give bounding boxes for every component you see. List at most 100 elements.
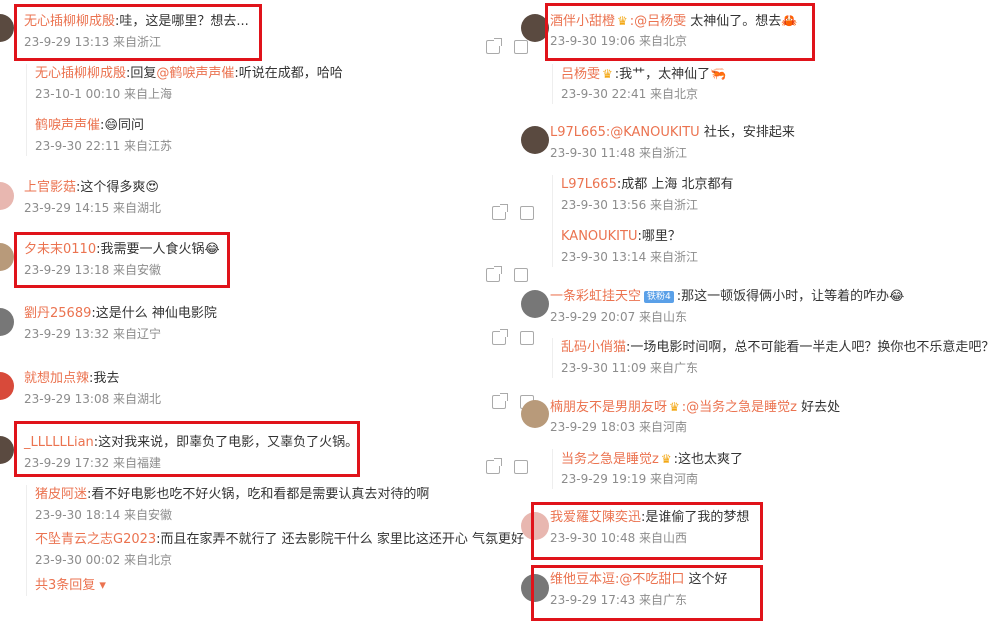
reply-item: 无心插柳柳成殷:回复@鹤唳声声催:听说在成都，哈哈 23-10-1 00:10 … [35, 64, 343, 104]
comment-username[interactable]: 我爱羅艾陳奕迅 [550, 510, 641, 525]
comment-username[interactable]: 上官影菇 [24, 180, 76, 195]
comment: 夕未末0110:我需要一人食火锅😂 23-9-29 13:18 来自安徽 [24, 240, 220, 280]
avatar[interactable] [0, 308, 14, 336]
emoji: 😂 [204, 242, 220, 257]
emoji: 😂 [889, 289, 905, 304]
reply-item: 猪皮阿迷:看不好电影也吃不好火锅，吃和看都是需要认真去对待的啊 23-9-30 … [35, 485, 524, 525]
mention-link[interactable]: :@吕杨雯 [630, 14, 686, 29]
comment-meta: 23-9-29 13:18 来自安徽 [24, 263, 162, 277]
comment-meta: 23-9-29 17:32 来自福建 [24, 456, 162, 470]
avatar[interactable] [0, 14, 14, 42]
share-icon[interactable] [486, 458, 502, 474]
crown-icon: ♛ [602, 67, 613, 81]
reply-item: 乱码小俏猫:一场电影时间啊，总不可能看一半走人吧？换你也不乐意走吧？ 23-9-… [561, 338, 994, 378]
comment: 无心插柳柳成殷:哇，这是哪里？想去... 23-9-29 13:13 来自浙江 [24, 12, 249, 52]
comment-username[interactable]: 维他豆本逗 [550, 572, 615, 587]
comment-actions [486, 266, 528, 282]
comment-username[interactable]: 酒伴小甜橙 [550, 14, 615, 29]
reply-item: L97L665:成都 上海 北京都有 23-9-30 13:56 来自浙江 [561, 175, 734, 215]
comment-username[interactable]: 一条彩虹挂天空 [550, 289, 641, 304]
comment: 楠朋友不是男朋友呀 ♛:@当务之急是睡觉z 好去处 23-9-29 18:03 来… [550, 397, 840, 437]
share-icon[interactable] [492, 204, 508, 220]
reply-text: 同问 [117, 118, 144, 133]
reply-item: 鹤唳声声催:😄同问 23-9-30 22:11 来自江苏 [35, 116, 343, 156]
comment-actions [492, 204, 534, 220]
crown-icon: ♛ [660, 452, 672, 466]
comment-meta: 23-9-29 13:08 来自湖北 [24, 392, 162, 406]
reply-username[interactable]: L97L665 [561, 177, 617, 192]
avatar[interactable] [521, 512, 549, 540]
emoji: 🦐 [710, 67, 727, 82]
left-comment-column: 无心插柳柳成殷:哇，这是哪里？想去... 23-9-29 13:13 来自浙江 … [0, 0, 535, 623]
reply-list: L97L665:成都 上海 北京都有 23-9-30 13:56 来自浙江 KA… [552, 175, 734, 267]
mention-link[interactable]: :@不吃甜口 [615, 572, 684, 587]
comment-meta: 23-9-30 10:48 来自山西 [550, 531, 688, 545]
comment-text: :我去 [89, 371, 120, 386]
reply-username[interactable]: 无心插柳柳成殷 [35, 66, 126, 81]
crown-icon: ♛ [669, 400, 680, 414]
mention-link[interactable]: :@当务之急是睡觉z [682, 400, 797, 415]
emoji: 🦀 [781, 14, 798, 29]
reply-username[interactable]: 猪皮阿迷 [35, 487, 87, 502]
share-icon[interactable] [492, 393, 508, 409]
emoji: 😄 [104, 118, 118, 133]
comment-username[interactable]: _LLLLLLian [24, 435, 94, 450]
avatar[interactable] [0, 243, 14, 271]
comment-text: :这是什么 神仙电影院 [91, 306, 217, 321]
comment-username[interactable]: 就想加点辣 [24, 371, 89, 386]
reply-meta: 23-9-30 22:11 来自江苏 [35, 139, 173, 153]
comment-username[interactable]: 夕未末0110 [24, 242, 96, 257]
share-icon[interactable] [486, 266, 502, 282]
more-replies-link[interactable]: 共3条回复 ▾ [35, 576, 524, 596]
comment-text: :这对我来说，即辜负了电影，又辜负了火锅。 [93, 435, 359, 450]
comment-icon[interactable] [514, 268, 528, 282]
avatar[interactable] [521, 14, 549, 42]
reply-meta: 23-9-30 13:56 来自浙江 [561, 198, 699, 212]
comment: _LLLLLLian:这对我来说，即辜负了电影，又辜负了火锅。 23-9-29 … [24, 433, 358, 473]
reply-meta: 23-9-30 11:09 来自广东 [561, 361, 699, 375]
comment: 一条彩虹挂天空 铁粉4:那这一顿饭得俩小时，让等着的咋办😂 23-9-29 20:… [550, 287, 904, 327]
reply-username[interactable]: 乱码小俏猫 [561, 340, 626, 355]
comment-icon[interactable] [514, 40, 528, 54]
crown-icon: ♛ [617, 14, 628, 28]
reply-list: 乱码小俏猫:一场电影时间啊，总不可能看一半走人吧？换你也不乐意走吧？ 23-9-… [552, 338, 994, 378]
mention-link[interactable]: @鹤唳声声催 [156, 66, 234, 81]
comment-icon[interactable] [520, 331, 534, 345]
avatar[interactable] [0, 436, 14, 464]
comment-username[interactable]: 楠朋友不是男朋友呀 [550, 400, 667, 415]
avatar[interactable] [521, 400, 549, 428]
comment: 就想加点辣:我去 23-9-29 13:08 来自湖北 [24, 369, 161, 409]
reply-item: 吕杨雯 ♛:我艹，太神仙了🦐 23-9-30 22:41 来自北京 [561, 64, 726, 104]
comment-icon[interactable] [514, 460, 528, 474]
comment-icon[interactable] [520, 206, 534, 220]
reply-meta: 23-9-30 13:14 来自浙江 [561, 250, 699, 264]
reply-text: :我艹，太神仙了 [614, 67, 711, 82]
avatar[interactable] [0, 182, 14, 210]
reply-username[interactable]: 不坠青云之志G2023 [35, 532, 156, 547]
comment-username[interactable]: 无心插柳柳成殷 [24, 14, 115, 29]
reply-username[interactable]: 当务之急是睡觉z [561, 452, 659, 467]
reply-username[interactable]: 鹤唳声声催 [35, 118, 100, 133]
avatar[interactable] [521, 126, 549, 154]
reply-username[interactable]: KANOUKITU [561, 229, 637, 244]
avatar[interactable] [0, 372, 14, 400]
right-comment-column: 酒伴小甜橙 ♛:@吕杨雯 太神仙了。想去🦀 23-9-30 19:06 来自北京 … [521, 0, 1000, 623]
fan-badge: 铁粉4 [644, 290, 674, 303]
comment: L97L665:@KANOUKITU 社长，安排起来 23-9-30 11:48… [550, 123, 795, 163]
comment-username[interactable]: 劉丹25689 [24, 306, 91, 321]
avatar[interactable] [521, 574, 549, 602]
comment: 上官影菇:这个得多爽😍 23-9-29 14:15 来自湖北 [24, 178, 161, 218]
reply-text: :听说在成都，哈哈 [234, 66, 343, 81]
comment-text: 社长，安排起来 [699, 125, 795, 140]
share-icon[interactable] [486, 38, 502, 54]
reply-item: KANOUKITU:哪里？ 23-9-30 13:14 来自浙江 [561, 227, 734, 267]
avatar[interactable] [521, 290, 549, 318]
share-icon[interactable] [492, 329, 508, 345]
reply-item: 当务之急是睡觉z ♛:这也太爽了 23-9-29 19:19 来自河南 [561, 449, 743, 489]
comment-username[interactable]: L97L665 [550, 125, 606, 140]
comment-actions [492, 329, 534, 345]
reply-username[interactable]: 吕杨雯 [561, 67, 600, 82]
mention-link[interactable]: :@KANOUKITU [606, 125, 700, 140]
comment-text: :我需要一人食火锅 [96, 242, 205, 257]
comment-meta: 23-9-29 13:32 来自辽宁 [24, 327, 162, 341]
